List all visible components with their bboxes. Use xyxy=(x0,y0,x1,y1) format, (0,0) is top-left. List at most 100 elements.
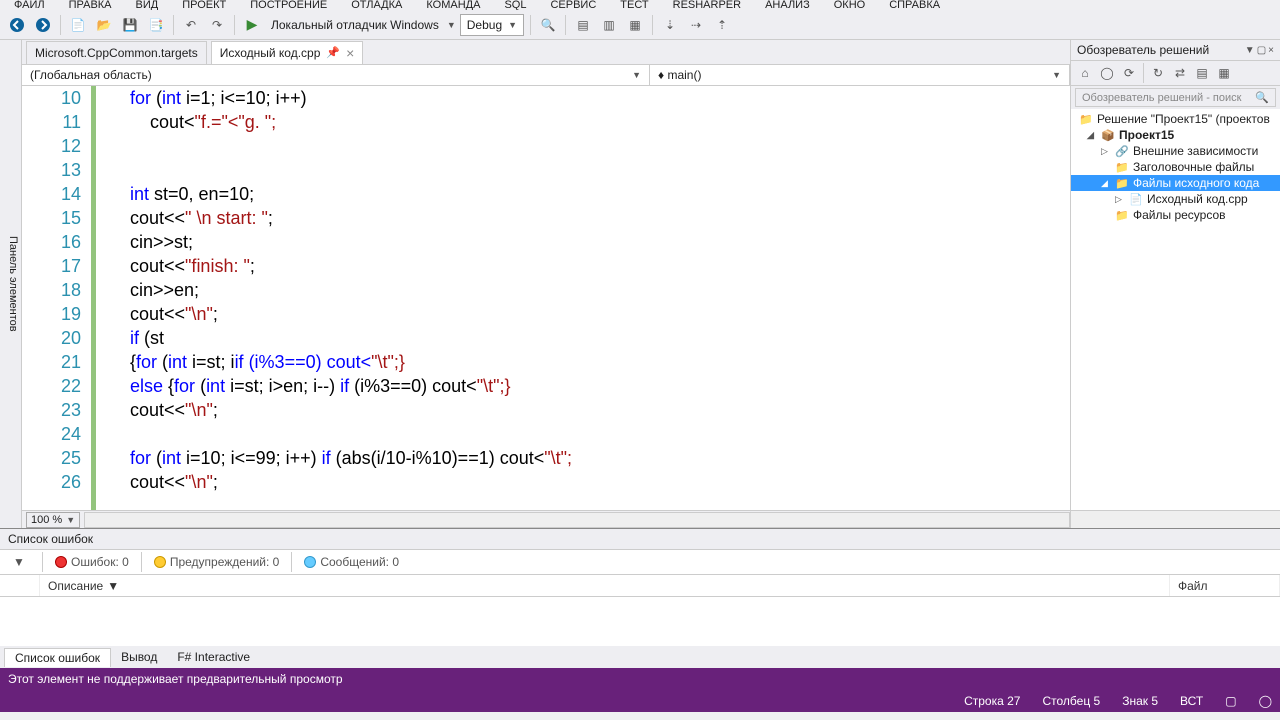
menu-edit[interactable]: ПРАВКА xyxy=(59,0,122,10)
debugger-target-label[interactable]: Локальный отладчик Windows xyxy=(267,18,443,32)
menu-test[interactable]: ТЕСТ xyxy=(610,0,658,10)
solution-explorer-header: Обозреватель решений ▼ ▢ × xyxy=(1071,40,1280,61)
file-tab-targets[interactable]: Microsoft.CppCommon.targets xyxy=(26,41,207,64)
status-insert-mode: ВСТ xyxy=(1180,694,1203,708)
tab-fsharp[interactable]: F# Interactive xyxy=(167,648,260,666)
nav-back-button[interactable] xyxy=(6,14,28,36)
menu-debug[interactable]: ОТЛАДКА xyxy=(341,0,412,10)
tree-project[interactable]: ◢📦Проект15 xyxy=(1071,127,1280,143)
chevron-down-icon[interactable]: ▼ xyxy=(447,20,456,30)
save-all-button[interactable]: 📑 xyxy=(145,14,167,36)
menu-file[interactable]: ФАЙЛ xyxy=(4,0,55,10)
error-table-body[interactable] xyxy=(0,597,1280,646)
panel-pin-icon[interactable]: ▢ xyxy=(1257,45,1266,56)
step-out-button[interactable]: ⇡ xyxy=(711,14,733,36)
search-icon: 🔍 xyxy=(1255,91,1269,104)
status-message-bar: Этот элемент не поддерживает предварител… xyxy=(0,668,1280,690)
redo-button[interactable]: ↷ xyxy=(206,14,228,36)
file-tab-source[interactable]: Исходный код.cpp 📌 × xyxy=(211,41,364,64)
menubar: ФАЙЛ ПРАВКА ВИД ПРОЕКТ ПОСТРОЕНИЕ ОТЛАДК… xyxy=(0,0,1280,10)
menu-sql[interactable]: SQL xyxy=(494,0,536,10)
step-over-button[interactable]: ⇢ xyxy=(685,14,707,36)
warnings-count-button[interactable]: Предупреждений: 0 xyxy=(154,555,280,569)
error-table-header: Описание ▼ Файл xyxy=(0,575,1280,597)
panel-dropdown-icon[interactable]: ▼ xyxy=(1245,45,1255,56)
status-column: Столбец 5 xyxy=(1042,694,1100,708)
step-into-button[interactable]: ⇣ xyxy=(659,14,681,36)
tree-solution-root[interactable]: 📁Решение "Проект15" (проектов xyxy=(1071,111,1280,127)
zoom-dropdown[interactable]: 100 %▼ xyxy=(26,512,80,528)
scope-bar: (Глобальная область)▼ ♦ main()▼ xyxy=(22,64,1070,86)
open-file-button[interactable]: 📂 xyxy=(93,14,115,36)
menu-resharper[interactable]: RESHARPER xyxy=(663,0,751,10)
back-icon[interactable]: ◯ xyxy=(1097,63,1117,83)
editor-bottom-bar: 100 %▼ xyxy=(22,510,1070,528)
code-editor[interactable]: 1011121314151617181920212223242526 for (… xyxy=(22,86,1070,510)
status-char: Знак 5 xyxy=(1122,694,1158,708)
config-dropdown[interactable]: Debug▼ xyxy=(460,14,524,36)
tree-source-files[interactable]: ◢📁Файлы исходного кода xyxy=(1071,175,1280,191)
file-tab-label: Microsoft.CppCommon.targets xyxy=(35,46,198,60)
error-list-title: Список ошибок xyxy=(0,529,1280,549)
home-icon[interactable]: ⌂ xyxy=(1075,63,1095,83)
error-col-icon[interactable] xyxy=(0,575,40,596)
error-col-file[interactable]: Файл xyxy=(1170,575,1280,596)
tab-output[interactable]: Вывод xyxy=(111,648,167,666)
solution-search[interactable]: Обозреватель решений - поиск 🔍 xyxy=(1075,88,1276,107)
tree-source-file[interactable]: ▷📄Исходный код.cpp xyxy=(1071,191,1280,207)
status-line: Строка 27 xyxy=(964,694,1020,708)
save-button[interactable]: 💾 xyxy=(119,14,141,36)
sync-icon[interactable]: ⟳ xyxy=(1119,63,1139,83)
menu-help[interactable]: СПРАВКА xyxy=(879,0,950,10)
solution-toolbar: ⌂ ◯ ⟳ ↻ ⇄ ▤ ▦ xyxy=(1071,61,1280,86)
uncomment-button[interactable]: ▥ xyxy=(598,14,620,36)
filter-icon[interactable]: ▼ xyxy=(8,551,30,573)
menu-build[interactable]: ПОСТРОЕНИЕ xyxy=(240,0,337,10)
feedback-icon[interactable]: ◯ xyxy=(1259,694,1272,708)
panel-title: Обозреватель решений xyxy=(1077,43,1209,57)
refresh-icon[interactable]: ↻ xyxy=(1148,63,1168,83)
menu-view[interactable]: ВИД xyxy=(126,0,169,10)
nav-forward-button[interactable] xyxy=(32,14,54,36)
messages-count-button[interactable]: Сообщений: 0 xyxy=(304,555,399,569)
scope-global-dropdown[interactable]: (Глобальная область)▼ xyxy=(22,65,650,85)
menu-analyze[interactable]: АНАЛИЗ xyxy=(755,0,820,10)
error-col-description[interactable]: Описание ▼ xyxy=(40,575,1170,596)
collapse-icon[interactable]: ⇄ xyxy=(1170,63,1190,83)
line-gutter: 1011121314151617181920212223242526 xyxy=(22,86,96,510)
editor-column: Microsoft.CppCommon.targets Исходный код… xyxy=(22,40,1070,528)
statusbar: Строка 27 Столбец 5 Знак 5 ВСТ ▢ ◯ xyxy=(0,690,1280,712)
menu-project[interactable]: ПРОЕКТ xyxy=(172,0,236,10)
panel-close-icon[interactable]: × xyxy=(1268,45,1274,56)
bookmark-button[interactable]: ▦ xyxy=(624,14,646,36)
find-button[interactable]: 🔍 xyxy=(537,14,559,36)
sort-icon: ▼ xyxy=(107,579,119,593)
start-debug-button[interactable]: ▶ xyxy=(241,14,263,36)
toolbox-sidetab[interactable]: Панель элементов xyxy=(0,40,22,528)
new-project-button[interactable]: 📄 xyxy=(67,14,89,36)
solution-explorer: Обозреватель решений ▼ ▢ × ⌂ ◯ ⟳ ↻ ⇄ ▤ ▦… xyxy=(1070,40,1280,528)
show-all-icon[interactable]: ▦ xyxy=(1214,63,1234,83)
comment-button[interactable]: ▤ xyxy=(572,14,594,36)
errors-count-button[interactable]: Ошибок: 0 xyxy=(55,555,129,569)
close-icon[interactable]: × xyxy=(346,45,354,61)
menu-window[interactable]: ОКНО xyxy=(824,0,875,10)
solution-h-scrollbar[interactable] xyxy=(1071,510,1280,528)
pin-icon[interactable]: 📌 xyxy=(326,46,340,59)
solution-tree: 📁Решение "Проект15" (проектов ◢📦Проект15… xyxy=(1071,109,1280,510)
horizontal-scrollbar[interactable] xyxy=(84,512,1070,528)
menu-team[interactable]: КОМАНДА xyxy=(416,0,490,10)
menu-tools[interactable]: СЕРВИС xyxy=(540,0,606,10)
bottom-tabs: Список ошибок Вывод F# Interactive xyxy=(0,646,1280,668)
notifications-icon[interactable]: ▢ xyxy=(1225,694,1236,708)
tab-error-list[interactable]: Список ошибок xyxy=(4,648,111,667)
tree-resource-files[interactable]: 📁Файлы ресурсов xyxy=(1071,207,1280,223)
undo-button[interactable]: ↶ xyxy=(180,14,202,36)
toolbar: 📄 📂 💾 📑 ↶ ↷ ▶ Локальный отладчик Windows… xyxy=(0,10,1280,40)
tree-external-deps[interactable]: ▷🔗Внешние зависимости xyxy=(1071,143,1280,159)
scope-function-dropdown[interactable]: ♦ main()▼ xyxy=(650,65,1070,85)
editor-tabbar: Microsoft.CppCommon.targets Исходный код… xyxy=(22,40,1070,64)
properties-icon[interactable]: ▤ xyxy=(1192,63,1212,83)
code-text[interactable]: for (int i=1; i<=10; i++) cout<"f.="<"g.… xyxy=(96,86,1070,510)
tree-header-files[interactable]: 📁Заголовочные файлы xyxy=(1071,159,1280,175)
